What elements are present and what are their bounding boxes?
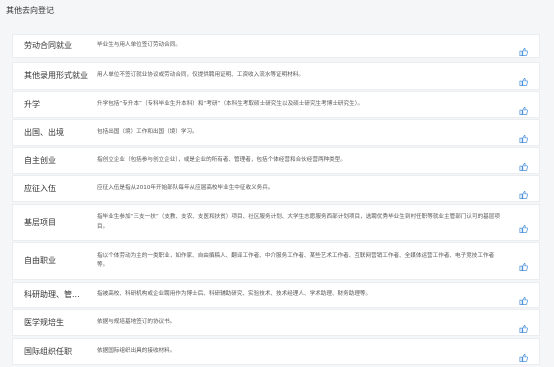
row-description: 应征入伍是指从2010年开始部队每年从应届高校毕业生中征收义务兵。: [97, 184, 274, 191]
row-label: 劳动合同就业: [24, 41, 72, 50]
edit-icon[interactable]: [519, 184, 528, 199]
row-label: 出国、出境: [24, 127, 64, 137]
edit-icon[interactable]: [519, 218, 528, 233]
row-description: 依据与规培基地签订的协议书。: [97, 318, 176, 325]
list-item: 出国、出境 包括出国（境）工作和出国（境）学习。: [12, 119, 540, 146]
list-item: 其他录用形式就业 用人单位不签订就业协议或劳动合同，仅提供聘用证明、工资收入流水…: [12, 62, 540, 90]
list-item: 医学规培生 依据与规培基地签订的协议书。: [12, 309, 540, 336]
row-description: 指被高校、科研机构或企业聘用作为博士后、科研辅助研究、实验技术、技术经理人、学术…: [97, 291, 372, 298]
row-label: 科研助理、管...: [24, 290, 80, 299]
row-description: 指以个体劳动为主的一类职业，如作家、自由撰稿人、翻译工作者、中介服务工作者、某些…: [97, 252, 495, 269]
list-item: 自主创业 指创立企业（包括参与创立企业），或是企业的所有者、管理者，包括个体经营…: [12, 147, 540, 174]
edit-icon[interactable]: [519, 291, 528, 305]
row-label: 应征入伍: [24, 183, 56, 193]
row-label: 基层项目: [24, 217, 56, 227]
edit-icon[interactable]: [519, 257, 528, 271]
edit-icon[interactable]: [519, 347, 528, 362]
list-item: 国际组织任职 依据国际组织出具的接收材料。: [12, 338, 540, 365]
list-item: 基层项目 指毕业生参加“三支一扶”（支教、支农、支医和扶贫）项目、社区服务计划、…: [12, 204, 540, 241]
edit-icon[interactable]: [519, 156, 528, 171]
row-description: 包括出国（境）工作和出国（境）学习。: [97, 128, 198, 135]
row-label: 自由职业: [24, 256, 56, 265]
row-description: 指创立企业（包括参与创立企业），或是企业的所有者、管理者，包括个体经营和合伙经营…: [97, 156, 346, 163]
row-description: 毕业生与用人单位签订劳动合同。: [97, 42, 181, 49]
row-description: 用人单位不签订就业协议或劳动合同，仅提供聘用证明、工资收入流水等证明材料。: [97, 72, 304, 79]
row-label: 国际组织任职: [24, 346, 72, 356]
edit-icon[interactable]: [519, 318, 528, 333]
edit-icon[interactable]: [519, 72, 528, 86]
row-label: 其他录用形式就业: [24, 71, 88, 80]
list-item: 科研助理、管... 指被高校、科研机构或企业聘用作为博士后、科研辅助研究、实验技…: [12, 282, 540, 308]
row-label: 医学规培生: [24, 317, 64, 327]
page-title: 其他去向登记: [6, 6, 54, 15]
row-description: 指毕业生参加“三支一扶”（支教、支农、支医和扶贫）项目、社区服务计划、大学生志愿…: [97, 214, 500, 230]
list-item: 应征入伍 应征入伍是指从2010年开始部队每年从应届高校毕业生中征收义务兵。: [12, 175, 540, 202]
list-item: 自由职业 指以个体劳动为主的一类职业，如作家、自由撰稿人、翻译工作者、中介服务工…: [12, 242, 540, 280]
row-label: 自主创业: [24, 155, 56, 165]
list-item: 劳动合同就业 毕业生与用人单位签订劳动合同。: [12, 34, 540, 58]
edit-icon[interactable]: [519, 42, 528, 56]
list-item: 升学 升学包括“专升本”（专科毕业生升本科）和“考研”（本科生考取硕士研究生以及…: [12, 91, 540, 118]
edit-icon[interactable]: [519, 100, 528, 115]
row-description: 依据国际组织出具的接收材料。: [97, 347, 176, 354]
row-description: 升学包括“专升本”（专科毕业生升本科）和“考研”（本科生考取硕士研究生以及硕士研…: [97, 100, 364, 107]
edit-icon[interactable]: [519, 128, 528, 143]
row-label: 升学: [24, 99, 40, 109]
